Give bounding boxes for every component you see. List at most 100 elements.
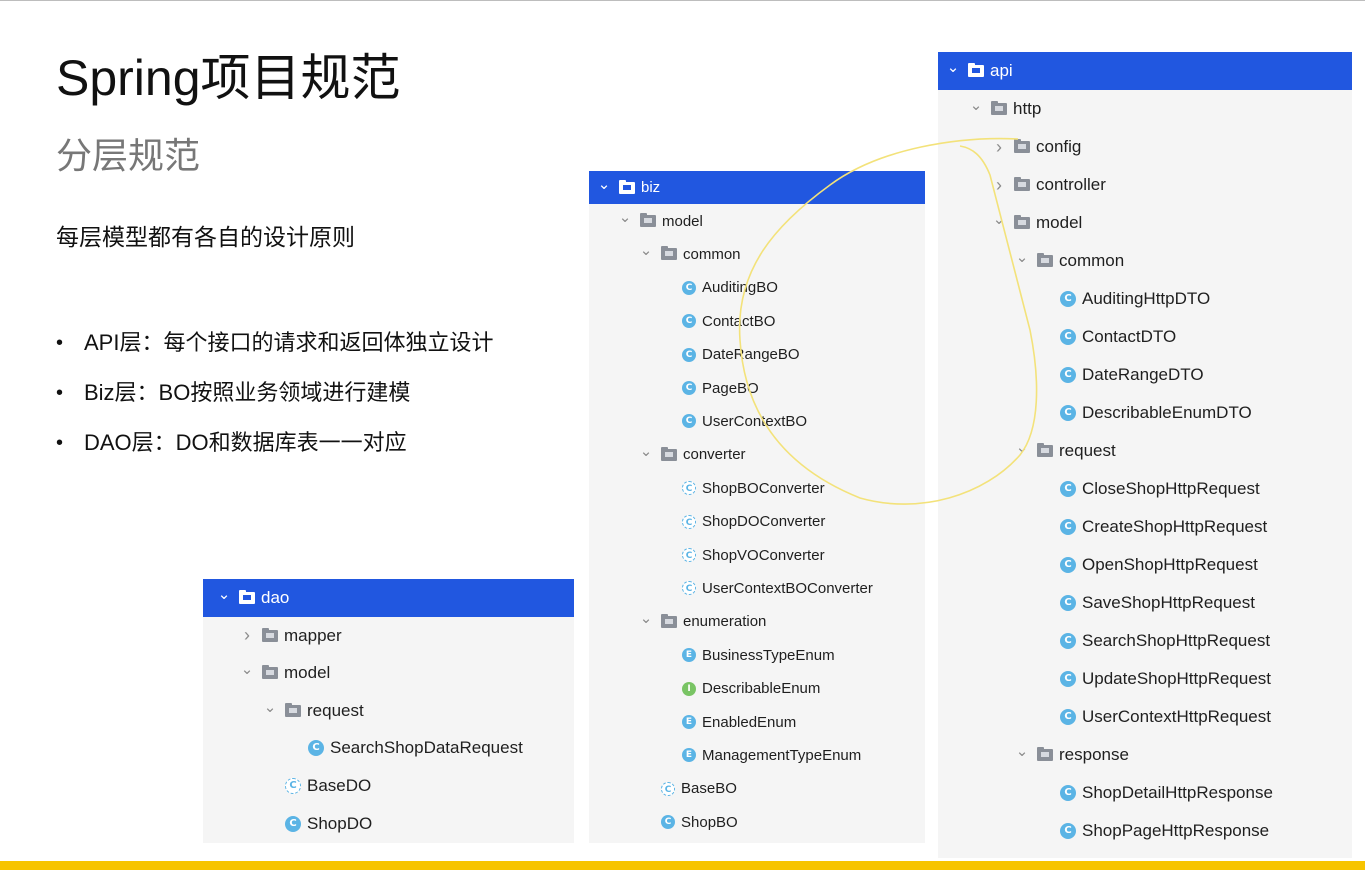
- chevron-down-icon[interactable]: ⌄: [992, 212, 1006, 230]
- tree-class-closeshophttprequest[interactable]: C CloseShopHttpRequest: [938, 470, 1352, 508]
- accent-bar: [0, 861, 1365, 870]
- folder-icon: [239, 590, 255, 604]
- tree-class-shopdo[interactable]: C ShopDO: [203, 805, 574, 843]
- folder-icon: [968, 63, 984, 77]
- tree-item-label: ContactBO: [702, 312, 776, 330]
- tree-item-label: UserContextBOConverter: [702, 579, 873, 597]
- tree-class-updateshophttprequest[interactable]: C UpdateShopHttpRequest: [938, 660, 1352, 698]
- tree-folder-model[interactable]: ⌄ model: [938, 204, 1352, 242]
- chevron-right-icon[interactable]: ›: [240, 625, 254, 646]
- tree-item-label: OpenShopHttpRequest: [1082, 555, 1258, 574]
- tree-class-usercontextboconverter[interactable]: C UserContextBOConverter: [589, 572, 925, 605]
- folder-icon: [640, 213, 656, 228]
- tree-folder-biz[interactable]: ⌄ biz: [589, 171, 925, 205]
- tree-folder-model[interactable]: ⌄ model: [589, 204, 925, 237]
- tree-class-shopboconverter[interactable]: C ShopBOConverter: [589, 472, 925, 505]
- tree-folder-config[interactable]: › config: [938, 128, 1352, 166]
- tree-class-daterangebo[interactable]: C DateRangeBO: [589, 338, 925, 371]
- folder-icon: [1014, 177, 1030, 191]
- tree-item-label: SaveShopHttpRequest: [1082, 593, 1255, 612]
- tree-class-shoppagehttpresponse[interactable]: C ShopPageHttpResponse: [938, 812, 1352, 850]
- tree-folder-converter[interactable]: ⌄ converter: [589, 438, 925, 471]
- chevron-down-icon[interactable]: ⌄: [946, 60, 960, 78]
- tree-class-createshophttprequest[interactable]: C CreateShopHttpRequest: [938, 508, 1352, 546]
- tree-folder-request[interactable]: ⌄ request: [938, 432, 1352, 470]
- abstract-class-icon: C: [682, 481, 696, 496]
- chevron-down-icon[interactable]: ⌄: [639, 611, 653, 629]
- class-icon: C: [661, 815, 675, 830]
- tree-class-searchshophttprequest[interactable]: C SearchShopHttpRequest: [938, 622, 1352, 660]
- tree-item-label: http: [1013, 99, 1042, 118]
- tree-class-describableenumdto[interactable]: C DescribableEnumDTO: [938, 394, 1352, 432]
- bullet-dot: •: [56, 432, 64, 454]
- tree-folder-dao[interactable]: ⌄ dao: [203, 579, 574, 617]
- tree-folder-mapper[interactable]: › mapper: [203, 617, 574, 655]
- chevron-down-icon[interactable]: ⌄: [597, 177, 611, 195]
- chevron-down-icon[interactable]: ⌄: [1015, 250, 1029, 268]
- tree-class-usercontexthttprequest[interactable]: C UserContextHttpRequest: [938, 698, 1352, 736]
- bullet-item-dao: • DAO层：DO和数据库表一一对应: [56, 428, 493, 478]
- tree-class-auditingbo[interactable]: C AuditingBO: [589, 271, 925, 304]
- tree-item-label: DescribableEnumDTO: [1082, 403, 1252, 422]
- tree-folder-http[interactable]: ⌄ http: [938, 90, 1352, 128]
- chevron-down-icon[interactable]: ⌄: [217, 587, 231, 605]
- class-icon: C: [1060, 709, 1076, 725]
- folder-icon: [262, 665, 278, 680]
- tree-class-shopvoconverter[interactable]: C ShopVOConverter: [589, 538, 925, 571]
- tree-class-managementtypeenum[interactable]: E ManagementTypeEnum: [589, 739, 925, 772]
- chevron-down-icon[interactable]: ⌄: [969, 98, 983, 116]
- tree-class-basedo[interactable]: C BaseDO: [203, 767, 574, 805]
- chevron-down-icon[interactable]: ⌄: [639, 444, 653, 462]
- tree-folder-api[interactable]: ⌄ api: [938, 52, 1352, 90]
- tree-class-auditinghttpdto[interactable]: C AuditingHttpDTO: [938, 280, 1352, 318]
- tree-class-daterangedto[interactable]: C DateRangeDTO: [938, 356, 1352, 394]
- tree-item-label: ShopPageHttpResponse: [1082, 821, 1270, 840]
- interface-icon: I: [682, 681, 696, 696]
- tree-folder-request[interactable]: ⌄ request: [203, 692, 574, 730]
- chevron-down-icon[interactable]: ⌄: [639, 243, 653, 261]
- bullet-text: DAO层：DO和数据库表一一对应: [84, 430, 407, 455]
- tree-folder-model[interactable]: ⌄ model: [203, 654, 574, 692]
- tree-class-saveshophttprequest[interactable]: C SaveShopHttpRequest: [938, 584, 1352, 622]
- tree-item-label: SearchShopDataRequest: [330, 738, 523, 758]
- tree-item-label: converter: [683, 446, 746, 464]
- tree-item-label: PageBO: [702, 379, 759, 397]
- tree-class-basebo[interactable]: C BaseBO: [589, 772, 925, 805]
- folder-icon: [1037, 443, 1053, 457]
- tree-class-describableenum[interactable]: I DescribableEnum: [589, 672, 925, 705]
- tree-class-openshophttprequest[interactable]: C OpenShopHttpRequest: [938, 546, 1352, 584]
- class-icon: C: [1060, 329, 1076, 345]
- tree-class-usercontextbo[interactable]: C UserContextBO: [589, 405, 925, 438]
- tree-class-businesstypeenum[interactable]: E BusinessTypeEnum: [589, 639, 925, 672]
- tree-class-contactdto[interactable]: C ContactDTO: [938, 318, 1352, 356]
- abstract-class-icon: C: [661, 781, 675, 796]
- tree-item-label: dao: [261, 588, 290, 607]
- chevron-down-icon[interactable]: ⌄: [240, 662, 254, 680]
- tree-class-enabledenum[interactable]: E EnabledEnum: [589, 705, 925, 738]
- tree-item-label: api: [990, 61, 1013, 80]
- tree-item-label: AuditingBO: [702, 279, 778, 297]
- chevron-down-icon[interactable]: ⌄: [263, 700, 277, 718]
- tree-class-shopdoconverter[interactable]: C ShopDOConverter: [589, 505, 925, 538]
- chevron-down-icon[interactable]: ⌄: [618, 210, 632, 228]
- tree-folder-common[interactable]: ⌄ common: [589, 238, 925, 271]
- chevron-down-icon[interactable]: ⌄: [1015, 744, 1029, 762]
- tree-folder-enumeration[interactable]: ⌄ enumeration: [589, 605, 925, 638]
- tree-folder-response[interactable]: ⌄ response: [938, 736, 1352, 774]
- folder-icon: [1037, 747, 1053, 761]
- tree-class-shopdetailhttpresponse[interactable]: C ShopDetailHttpResponse: [938, 774, 1352, 812]
- tree-folder-controller[interactable]: › controller: [938, 166, 1352, 204]
- bullet-text: API层：每个接口的请求和返回体独立设计: [84, 330, 494, 355]
- tree-item-label: UserContextHttpRequest: [1082, 707, 1271, 726]
- chevron-down-icon[interactable]: ⌄: [1015, 440, 1029, 458]
- chevron-right-icon[interactable]: ›: [992, 137, 1006, 158]
- tree-class-searchshopdatarequest[interactable]: C SearchShopDataRequest: [203, 729, 574, 767]
- tree-class-pagebo[interactable]: C PageBO: [589, 371, 925, 404]
- tree-folder-common[interactable]: ⌄ common: [938, 242, 1352, 280]
- chevron-right-icon[interactable]: ›: [992, 175, 1006, 196]
- tree-item-label: CreateShopHttpRequest: [1082, 517, 1268, 536]
- tree-item-label: BusinessTypeEnum: [702, 646, 835, 664]
- folder-icon: [991, 101, 1007, 115]
- tree-class-shopbo[interactable]: C ShopBO: [589, 806, 925, 839]
- tree-class-contactbo[interactable]: C ContactBO: [589, 305, 925, 338]
